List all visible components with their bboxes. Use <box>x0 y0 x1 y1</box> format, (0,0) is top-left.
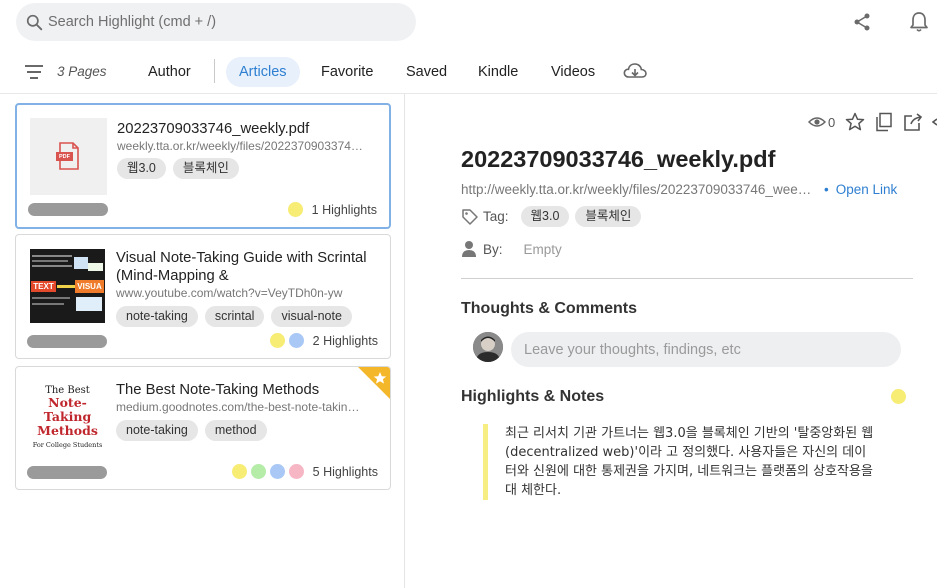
article-card[interactable]: PDF 20223709033746_weekly.pdf weekly.tta… <box>15 103 391 229</box>
section-divider <box>461 278 913 279</box>
highlight-color-dot <box>231 464 247 479</box>
tag-chip[interactable]: 블록체인 <box>172 158 239 179</box>
tag-label: Tag: <box>483 209 509 224</box>
highlight-color-dot <box>288 464 304 479</box>
favorite-star-icon[interactable] <box>358 367 390 399</box>
highlight-count: 1 Highlights <box>287 202 377 217</box>
thumb-line: For College Students <box>32 441 103 449</box>
article-thumbnail: The Best Note-Taking Methods For College… <box>29 381 106 458</box>
article-title[interactable]: 20223709033746_weekly.pdf <box>117 120 377 138</box>
quote-bar <box>483 424 488 500</box>
by-label: By: <box>483 241 503 257</box>
tag-row: Tag: 웹3.0 블록체인 <box>461 206 642 227</box>
tab-author[interactable]: Author <box>135 57 204 87</box>
star-icon[interactable] <box>845 112 865 132</box>
tag-chip[interactable]: 웹3.0 <box>117 158 166 179</box>
tag-chip[interactable]: note-taking <box>116 420 198 441</box>
open-link-label[interactable]: Open Link <box>836 182 898 197</box>
highlight-color-dot <box>250 464 266 479</box>
article-title[interactable]: The Best Note-Taking Methods <box>116 381 376 399</box>
detail-title: 20223709033746_weekly.pdf <box>461 146 776 172</box>
share-icon[interactable] <box>850 10 874 34</box>
tag-chip[interactable]: scrintal <box>204 306 265 327</box>
highlight-color-dot[interactable] <box>891 389 906 404</box>
pages-count: 3 Pages <box>57 64 107 79</box>
article-title[interactable]: Visual Note-Taking Guide with Scrintal (… <box>116 249 376 285</box>
highlight-color-dot <box>288 333 304 348</box>
tab-videos[interactable]: Videos <box>538 57 608 87</box>
search-input[interactable] <box>48 14 388 30</box>
avatar <box>473 332 503 362</box>
article-url: www.youtube.com/watch?v=VeyTDh0n-yw <box>116 286 343 300</box>
export-icon[interactable] <box>903 112 923 132</box>
detail-url: http://weekly.tta.or.kr/weekly/files/202… <box>461 182 817 197</box>
tab-favorite[interactable]: Favorite <box>308 57 386 87</box>
video-thumbnail: TEXT VISUA <box>30 249 105 323</box>
open-link[interactable]: • Open Link <box>824 182 897 197</box>
comment-input[interactable] <box>511 332 901 367</box>
highlight-count-label: 2 Highlights <box>312 333 378 348</box>
highlight-color-dot <box>287 202 303 217</box>
highlight-count: 2 Highlights <box>269 333 378 348</box>
thoughts-title: Thoughts & Comments <box>461 300 637 317</box>
tag-icon <box>462 208 478 225</box>
highlight-text[interactable]: 최근 리서치 기관 가트너는 웹3.0을 블록체인 기반의 '탈중앙화된 웹(d… <box>505 424 877 500</box>
thumb-line: Note-Taking <box>43 395 92 424</box>
progress-bar <box>27 335 107 348</box>
author-row: By: Empty <box>461 240 562 258</box>
tag-chip[interactable]: visual-note <box>271 306 352 327</box>
thumb-visual-label: VISUA <box>75 280 104 293</box>
tag-chip[interactable]: method <box>204 420 267 441</box>
tag-chip[interactable]: 웹3.0 <box>520 206 570 227</box>
search-bar[interactable] <box>16 3 416 41</box>
search-icon <box>26 14 43 30</box>
cloud-download-icon[interactable] <box>622 60 648 82</box>
pdf-thumbnail: PDF <box>30 118 107 195</box>
highlights-title: Highlights & Notes <box>461 388 605 405</box>
thumb-line: Methods <box>37 423 98 438</box>
thumb-text-label: TEXT <box>31 281 56 292</box>
filter-icon[interactable] <box>24 63 44 81</box>
progress-bar <box>28 203 108 216</box>
highlight-count-label: 5 Highlights <box>312 464 378 479</box>
detail-actions: 0 <box>808 112 923 132</box>
pdf-badge: PDF <box>59 154 70 160</box>
copy-icon[interactable] <box>875 112 893 132</box>
tab-divider <box>214 59 215 83</box>
link-separator: • <box>824 182 829 197</box>
tab-articles[interactable]: Articles <box>226 57 300 87</box>
highlight-count-label: 1 Highlights <box>311 202 377 217</box>
tag-chip[interactable]: 블록체인 <box>575 206 642 227</box>
highlight-color-dot <box>269 464 285 479</box>
highlight-color-dot <box>269 333 285 348</box>
article-card[interactable]: The Best Note-Taking Methods For College… <box>15 366 391 490</box>
article-url: medium.goodnotes.com/the-best-note-takin… <box>116 400 364 414</box>
progress-bar <box>27 466 107 479</box>
highlight-count: 5 Highlights <box>231 464 378 479</box>
tag-chip[interactable]: note-taking <box>116 306 198 327</box>
by-value[interactable]: Empty <box>524 242 562 257</box>
article-card[interactable]: TEXT VISUA Visual Note-Taking Guide with… <box>15 234 391 359</box>
article-url: weekly.tta.or.kr/weekly/files/2022370903… <box>117 139 365 153</box>
tab-saved[interactable]: Saved <box>393 57 460 87</box>
eye-icon <box>808 115 826 129</box>
toolbar-divider <box>0 93 937 94</box>
view-count: 0 <box>828 114 836 130</box>
panel-divider <box>404 94 405 588</box>
more-icon[interactable] <box>932 112 937 132</box>
bell-icon[interactable] <box>907 10 931 34</box>
person-icon <box>462 241 476 257</box>
tab-kindle[interactable]: Kindle <box>465 57 531 87</box>
